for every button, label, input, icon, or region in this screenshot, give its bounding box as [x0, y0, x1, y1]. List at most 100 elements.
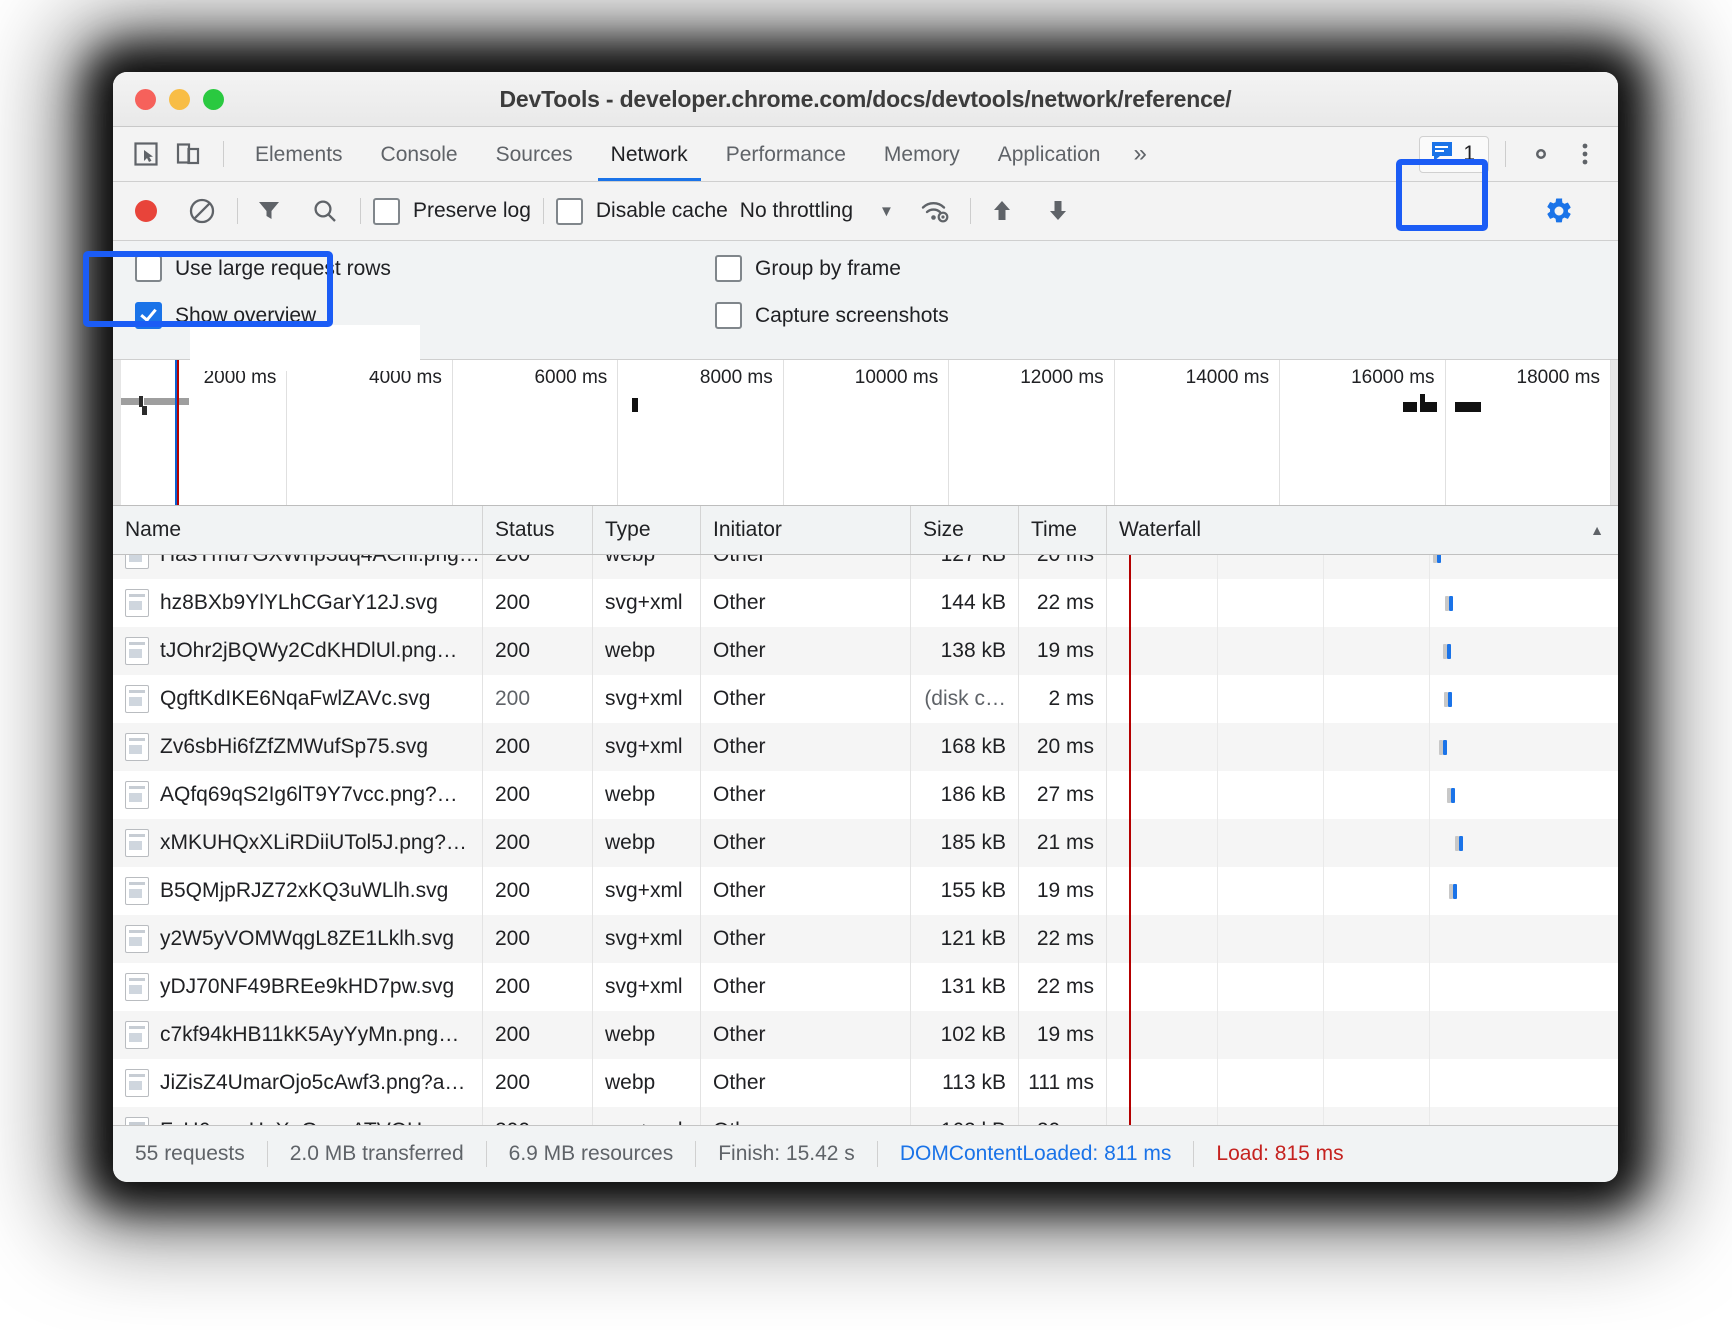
tab-sources[interactable]: Sources: [477, 128, 592, 181]
capture-screenshots-checkbox-box[interactable]: [715, 302, 742, 329]
maximize-button[interactable]: [203, 88, 224, 110]
cell-waterfall: [1107, 819, 1618, 867]
cell-name: FzH6gwuHgXuGnasATVOH.svg: [113, 1107, 483, 1125]
column-header-waterfall[interactable]: Waterfall ▲: [1107, 506, 1618, 554]
column-header-waterfall-label: Waterfall: [1119, 518, 1202, 541]
table-row[interactable]: hz8BXb9YlYLhCGarY12J.svg 200 svg+xml Other 1…: [113, 579, 1618, 627]
use-large-request-rows-checkbox[interactable]: Use large request rows: [135, 255, 715, 282]
group-by-frame-checkbox[interactable]: Group by frame: [715, 255, 949, 282]
table-row[interactable]: yDJ70NF49BREe9kHD7pw.svg 200 svg+xml Other 1…: [113, 963, 1618, 1011]
network-conditions-icon[interactable]: [916, 192, 954, 230]
cell-status: 200: [483, 867, 593, 915]
right-tools-divider: [1505, 141, 1506, 167]
waterfall-bar: [1447, 644, 1451, 659]
tab-console[interactable]: Console: [362, 128, 477, 181]
disable-cache-checkbox-box[interactable]: [555, 197, 583, 225]
waterfall-gridline: [1429, 579, 1430, 627]
status-dom-content-loaded: DOMContentLoaded: 811 ms: [878, 1141, 1195, 1167]
waterfall-load-line: [1129, 675, 1131, 723]
cell-size: 113 kB: [911, 1059, 1019, 1107]
cell-initiator: Other: [701, 1107, 911, 1125]
more-tabs-chevron-icon[interactable]: »: [1119, 140, 1160, 168]
waterfall-gridline: [1217, 555, 1218, 579]
capture-screenshots-checkbox[interactable]: Capture screenshots: [715, 302, 949, 329]
waterfall-bar: [1451, 788, 1455, 803]
show-overview-checkbox-box[interactable]: [135, 302, 162, 329]
column-header-status[interactable]: Status: [483, 506, 593, 554]
more-options-icon[interactable]: [1568, 140, 1602, 168]
table-row[interactable]: Zv6sbHi6fZfZMWufSp75.svg 200 svg+xml Other 1…: [113, 723, 1618, 771]
inspect-element-icon[interactable]: [127, 135, 165, 173]
cell-status: 200: [483, 771, 593, 819]
column-header-name[interactable]: Name: [113, 506, 483, 554]
tab-application[interactable]: Application: [979, 128, 1120, 181]
group-by-frame-checkbox-box[interactable]: [715, 255, 742, 282]
waterfall-gridline: [1323, 627, 1324, 675]
record-icon[interactable]: [127, 192, 165, 230]
column-header-size[interactable]: Size: [911, 506, 1019, 554]
waterfall-load-line: [1129, 771, 1131, 819]
network-overview-timeline[interactable]: 2000 ms 4000 ms 6000 ms 8000 ms 10000 ms 1200…: [113, 360, 1618, 506]
preserve-log-checkbox-box[interactable]: [373, 197, 400, 225]
window-title: DevTools - developer.chrome.com/docs/dev…: [499, 85, 1232, 112]
import-har-icon[interactable]: [983, 192, 1021, 230]
column-header-initiator[interactable]: Initiator: [701, 506, 911, 554]
table-body[interactable]: HasYmu7GXWhp3uq4AChi.png…200webpOther127…: [113, 555, 1618, 1125]
toolbar-divider-1: [237, 198, 238, 224]
waterfall-gridline: [1323, 579, 1324, 627]
preserve-log-checkbox[interactable]: Preserve log: [373, 197, 531, 225]
table-row[interactable]: JiZisZ4UmarOjo5cAwf3.png?a… 200 webp Other 1…: [113, 1059, 1618, 1107]
table-row[interactable]: tJOhr2jBQWy2CdKHDlUl.png… 200 webp Other 138…: [113, 627, 1618, 675]
chevron-down-icon[interactable]: ▼: [879, 203, 894, 220]
waterfall-gridline: [1323, 555, 1324, 579]
toolbar-divider-3: [542, 198, 544, 224]
table-row[interactable]: FzH6gwuHgXuGnasATVOH.svg 200svg+xmlOther1…: [113, 1107, 1618, 1125]
throttling-select[interactable]: No throttling: [740, 199, 853, 223]
filter-icon[interactable]: [250, 192, 288, 230]
cell-time: 22 ms: [1019, 579, 1107, 627]
waterfall-gridline: [1217, 867, 1218, 915]
clear-icon[interactable]: [183, 192, 221, 230]
table-row[interactable]: xMKUHQxXLiRDiiUTol5J.png?… 200 webp Other 18…: [113, 819, 1618, 867]
use-large-request-rows-checkbox-box[interactable]: [135, 255, 162, 282]
cell-name: JiZisZ4UmarOjo5cAwf3.png?a…: [113, 1059, 483, 1107]
table-row[interactable]: HasYmu7GXWhp3uq4AChi.png…200webpOther127…: [113, 555, 1618, 579]
waterfall-gridline: [1323, 1059, 1324, 1107]
device-toolbar-icon[interactable]: [169, 135, 207, 173]
waterfall-bar-pending: [1443, 644, 1447, 659]
cell-initiator: Other: [701, 1059, 911, 1107]
cell-type: webp: [593, 771, 701, 819]
waterfall-gridline: [1217, 1059, 1218, 1107]
cell-type: svg+xml: [593, 579, 701, 627]
table-row[interactable]: c7kf94kHB11kK5AyYyMn.png… 200 webp Other 102…: [113, 1011, 1618, 1059]
group-by-frame-label: Group by frame: [755, 256, 901, 280]
tab-elements[interactable]: Elements: [236, 128, 362, 181]
tab-performance[interactable]: Performance: [707, 128, 865, 181]
table-row[interactable]: B5QMjpRJZ72xKQ3uWLlh.svg 200 svg+xml Other 1…: [113, 867, 1618, 915]
column-header-time[interactable]: Time: [1019, 506, 1107, 554]
table-row[interactable]: AQfq69qS2Ig6lT9Y7vcc.png?… 200 webp Other 18…: [113, 771, 1618, 819]
waterfall-gridline: [1323, 1011, 1324, 1059]
search-icon[interactable]: [306, 192, 344, 230]
waterfall-gridline: [1217, 1011, 1218, 1059]
column-header-type[interactable]: Type: [593, 506, 701, 554]
network-settings-gear-button[interactable]: [1540, 192, 1578, 230]
table-row[interactable]: y2W5yVOMWqgL8ZE1Lklh.svg 200 svg+xml Other 1…: [113, 915, 1618, 963]
table-row[interactable]: QgftKdIKE6NqaFwlZAVc.svg 200 svg+xml Other(…: [113, 675, 1618, 723]
disable-cache-checkbox[interactable]: Disable cache: [555, 197, 728, 225]
waterfall-gridline: [1323, 675, 1324, 723]
tab-network[interactable]: Network: [592, 128, 707, 181]
message-count-button[interactable]: 1: [1419, 135, 1489, 173]
export-har-icon[interactable]: [1039, 192, 1077, 230]
image-file-icon: [125, 733, 149, 761]
gear-icon[interactable]: [1522, 135, 1560, 173]
request-name: y2W5yVOMWqgL8ZE1Lklh.svg: [160, 927, 455, 950]
cell-status: 200: [483, 1107, 593, 1125]
waterfall-gridline: [1217, 1107, 1218, 1125]
waterfall-gridline: [1217, 771, 1218, 819]
tab-memory[interactable]: Memory: [865, 128, 979, 181]
cell-type: webp: [593, 1059, 701, 1107]
waterfall-load-line: [1129, 1107, 1131, 1125]
close-button[interactable]: [135, 88, 156, 110]
minimize-button[interactable]: [169, 88, 190, 110]
